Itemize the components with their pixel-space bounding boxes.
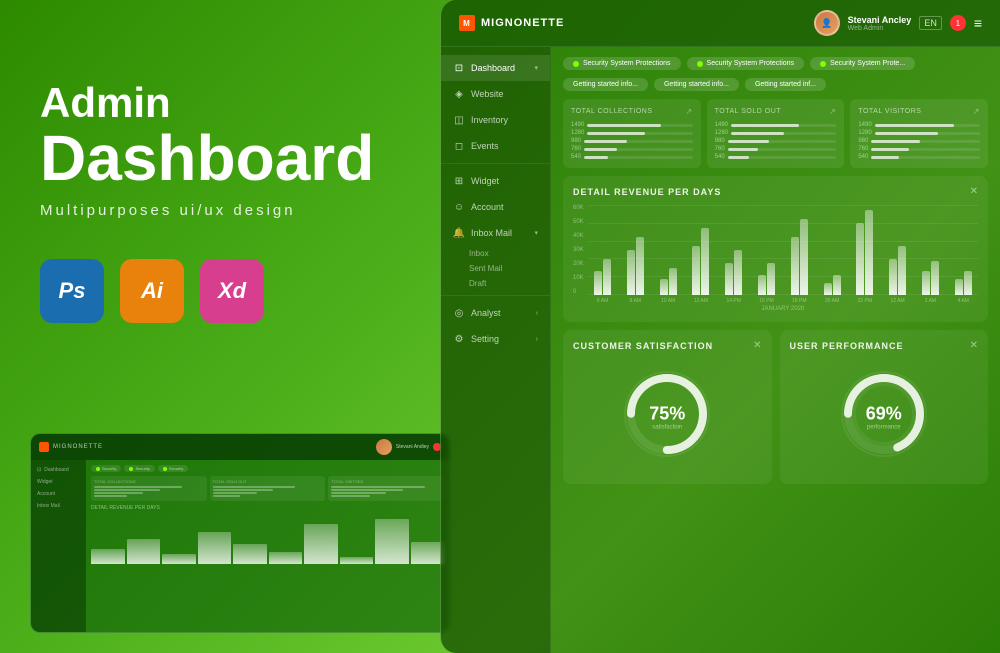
logo-icon: M bbox=[459, 15, 475, 31]
subtitle: Multipurposes ui/ux design bbox=[40, 202, 440, 219]
bar-group-8 bbox=[817, 205, 847, 295]
bar-chart-area bbox=[588, 205, 978, 295]
breadcrumb-pill-3: Security System Prote... bbox=[810, 57, 915, 70]
chevron-right-icon: › bbox=[536, 310, 538, 317]
bar-group-7 bbox=[784, 205, 814, 295]
dash-header: M MIGNONETTE 👤 Stevani Ancley Web Admin … bbox=[441, 0, 1000, 47]
bar-group-4 bbox=[686, 205, 716, 295]
breadcrumb-pill-6: Getting started inf... bbox=[745, 78, 826, 91]
dash-logo: M MIGNONETTE bbox=[459, 15, 564, 31]
sidebar-sub-inbox[interactable]: Inbox bbox=[441, 246, 550, 261]
revenue-chart-section: DETAIL REVENUE PER DAYS ✕ 60K 50K 40K 30… bbox=[563, 176, 988, 322]
breadcrumb-row-2: Getting started info... Getting started … bbox=[563, 78, 988, 91]
breadcrumb-row-1: Security System Protections Security Sys… bbox=[563, 57, 988, 70]
close-icon-satisfaction[interactable]: ✕ bbox=[753, 340, 761, 351]
sidebar-item-dashboard[interactable]: ⊡ Dashboard ▾ bbox=[441, 55, 550, 81]
mini-content: Security Security Security TOTAL COLLECT… bbox=[86, 460, 449, 633]
chevron-down-icon-2: ▾ bbox=[534, 229, 538, 237]
mini-header: MIGNONETTE Stevani Andiey bbox=[31, 434, 449, 460]
lang-badge[interactable]: EN bbox=[919, 16, 942, 30]
menu-icon[interactable]: ≡ bbox=[974, 15, 982, 31]
title-dashboard: Dashboard bbox=[40, 126, 440, 190]
inventory-icon: ◫ bbox=[453, 114, 465, 126]
close-icon-performance[interactable]: ✕ bbox=[970, 340, 978, 351]
notif-badge[interactable]: 1 bbox=[950, 15, 966, 31]
widget-icon: ⊞ bbox=[453, 175, 465, 187]
bar-group-12 bbox=[948, 205, 978, 295]
inbox-icon: 🔔 bbox=[453, 227, 465, 239]
bar-group-3 bbox=[653, 205, 683, 295]
analyst-icon: ◎ bbox=[453, 307, 465, 319]
sidebar-item-analyst[interactable]: ◎ Analyst › bbox=[441, 300, 550, 326]
sidebar-sub-sentmail[interactable]: Sent Mail bbox=[441, 261, 550, 276]
bar-group-11 bbox=[916, 205, 946, 295]
dash-sidebar: ⊡ Dashboard ▾ ◈ Website ◫ Inventory ◻ Ev… bbox=[441, 47, 551, 653]
mini-body: ⊡Dashboard Widget Account Inbox Mail Sec… bbox=[31, 460, 449, 633]
stat-card-collections: TOTAL COLLECTIONS ↗ 1490 1280 bbox=[563, 99, 701, 168]
sidebar-sub-draft[interactable]: Draft bbox=[441, 276, 550, 291]
close-icon[interactable]: ✕ bbox=[970, 186, 978, 197]
bottom-cards: CUSTOMER SATISFACTION ✕ bbox=[563, 330, 988, 484]
title-block: Admin Dashboard Multipurposes ui/ux desi… bbox=[40, 80, 440, 219]
sidebar-item-setting[interactable]: ⚙ Setting › bbox=[441, 326, 550, 352]
setting-icon: ⚙ bbox=[453, 333, 465, 345]
ps-icon[interactable]: Ps bbox=[40, 259, 104, 323]
avatar: 👤 bbox=[814, 10, 840, 36]
sidebar-item-events[interactable]: ◻ Events bbox=[441, 133, 550, 159]
xd-icon[interactable]: Xd bbox=[200, 259, 264, 323]
bar-group-1 bbox=[588, 205, 618, 295]
website-icon: ◈ bbox=[453, 88, 465, 100]
sidebar-item-widget[interactable]: ⊞ Widget bbox=[441, 168, 550, 194]
satisfaction-donut: 75% satisfaction bbox=[622, 369, 712, 464]
chart-date-label: JANUARY 2020 bbox=[588, 306, 978, 312]
stats-row: TOTAL COLLECTIONS ↗ 1490 1280 bbox=[563, 99, 988, 168]
dash-user: 👤 Stevani Ancley Web Admin EN 1 ≡ bbox=[814, 10, 982, 36]
sidebar-item-inbox[interactable]: 🔔 Inbox Mail ▾ bbox=[441, 220, 550, 246]
breadcrumb-pill-2: Security System Protections bbox=[687, 57, 805, 70]
performance-card: USER PERFORMANCE ✕ bbox=[780, 330, 989, 484]
bar-group-5 bbox=[719, 205, 749, 295]
stat-card-soldout: TOTAL SOLD OUT ↗ 1490 1280 98 bbox=[707, 99, 845, 168]
mini-sidebar-dashboard: ⊡Dashboard bbox=[31, 464, 86, 476]
bar-group-9 bbox=[850, 205, 880, 295]
ai-icon[interactable]: Ai bbox=[120, 259, 184, 323]
sidebar-item-website[interactable]: ◈ Website bbox=[441, 81, 550, 107]
satisfaction-card: CUSTOMER SATISFACTION ✕ bbox=[563, 330, 772, 484]
bar-group-10 bbox=[883, 205, 913, 295]
mini-preview: MIGNONETTE Stevani Andiey ⊡Dashboard Wid… bbox=[30, 433, 450, 633]
dashboard-icon: ⊡ bbox=[453, 62, 465, 74]
performance-donut: 69% performance bbox=[839, 369, 929, 464]
sidebar-item-account[interactable]: ☺ Account bbox=[441, 194, 550, 220]
breadcrumb-pill-1: Security System Protections bbox=[563, 57, 681, 70]
breadcrumb-pill-4: Getting started info... bbox=[563, 78, 648, 91]
bar-group-6 bbox=[752, 205, 782, 295]
chevron-right-icon-2: › bbox=[536, 336, 538, 343]
app-icons-row: Ps Ai Xd bbox=[40, 259, 440, 323]
main-dashboard: M MIGNONETTE 👤 Stevani Ancley Web Admin … bbox=[440, 0, 1000, 653]
chevron-down-icon: ▾ bbox=[534, 64, 538, 72]
left-section: Admin Dashboard Multipurposes ui/ux desi… bbox=[0, 0, 480, 653]
mini-sidebar: ⊡Dashboard Widget Account Inbox Mail bbox=[31, 460, 86, 633]
dash-main-content: Security System Protections Security Sys… bbox=[551, 47, 1000, 653]
events-icon: ◻ bbox=[453, 140, 465, 152]
bar-group-2 bbox=[620, 205, 650, 295]
mini-chart bbox=[91, 514, 444, 564]
account-icon: ☺ bbox=[453, 201, 465, 213]
sidebar-item-inventory[interactable]: ◫ Inventory bbox=[441, 107, 550, 133]
stat-card-visitors: TOTAL VISITORS ↗ 1490 1280 98 bbox=[850, 99, 988, 168]
dash-body: ⊡ Dashboard ▾ ◈ Website ◫ Inventory ◻ Ev… bbox=[441, 47, 1000, 653]
title-admin: Admin bbox=[40, 80, 440, 126]
breadcrumb-pill-5: Getting started info... bbox=[654, 78, 739, 91]
